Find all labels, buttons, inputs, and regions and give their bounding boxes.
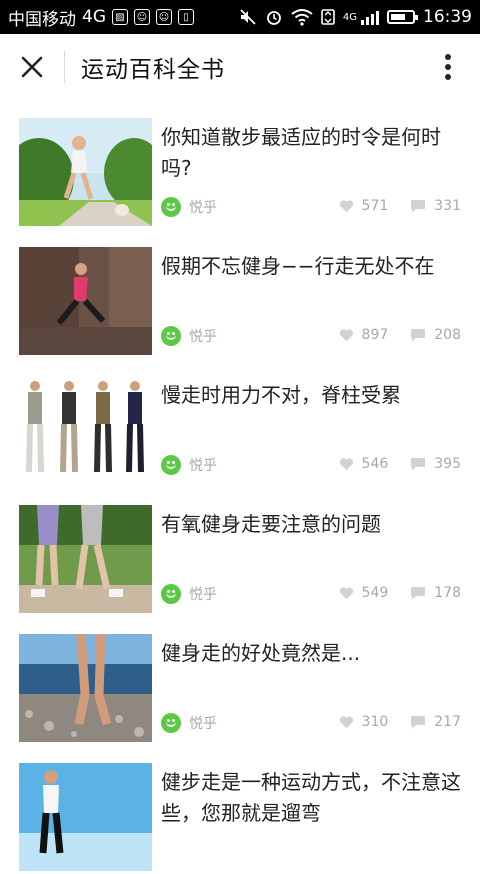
status-bar: 中国移动 4G ▨ ☺ ☺ ▯ 4G 16:39 [0, 0, 480, 34]
comment-count: 178 [410, 585, 461, 601]
more-vertical-icon [445, 54, 451, 80]
article-title: 健身走的好处竟然是... [161, 641, 361, 665]
article-item[interactable]: 你知道散步最适应的时令是何时吗? 悦乎 571 331 [0, 100, 480, 229]
heart-icon [339, 329, 353, 342]
signal-icon [361, 9, 379, 25]
article-item[interactable]: 健步走是一种运动方式，不注意这些，您那就是遛弯 [0, 745, 480, 874]
smiley-icon [161, 455, 181, 475]
comment-count: 217 [410, 714, 461, 730]
comment-icon [411, 329, 426, 342]
article-item[interactable]: 假期不忘健身−−行走无处不在 悦乎 897 208 [0, 229, 480, 358]
notification-icon: ☺ [134, 9, 150, 25]
article-stats: 571 331 [339, 198, 461, 214]
more-options-button[interactable] [416, 34, 480, 100]
article-thumbnail [19, 376, 152, 484]
article-title: 假期不忘健身−−行走无处不在 [161, 254, 435, 278]
app-header: 运动百科全书 [0, 34, 480, 100]
article-thumbnail [19, 505, 152, 613]
article-title: 慢走时用力不对，脊柱受累 [161, 383, 401, 407]
article-item[interactable]: 健身走的好处竟然是... 悦乎 310 217 [0, 616, 480, 745]
source-label: 悦乎 [189, 458, 217, 474]
wifi-icon [291, 9, 313, 26]
smiley-icon [161, 197, 181, 217]
comment-icon [411, 458, 426, 471]
smiley-icon [161, 584, 181, 604]
source-label: 悦乎 [189, 329, 217, 345]
sim-icon: ▯ [178, 9, 194, 25]
alarm-icon [266, 11, 281, 25]
article-source: 悦乎 [161, 584, 217, 604]
smiley-icon [161, 713, 181, 733]
article-stats: 310 217 [339, 714, 461, 730]
like-count: 546 [339, 456, 388, 472]
image-icon: ▨ [112, 9, 128, 25]
close-button[interactable] [0, 34, 64, 100]
like-count: 310 [339, 714, 388, 730]
article-item[interactable]: 慢走时用力不对，脊柱受累 悦乎 546 395 [0, 358, 480, 487]
comment-count: 395 [410, 456, 461, 472]
source-label: 悦乎 [189, 716, 217, 732]
carrier-label: 中国移动 [8, 9, 76, 30]
notification-icon: ☺ [156, 9, 172, 25]
article-thumbnail [19, 634, 152, 742]
comment-icon [411, 587, 426, 600]
article-stats: 549 178 [339, 585, 461, 601]
smiley-icon [161, 326, 181, 346]
heart-icon [339, 200, 353, 213]
article-thumbnail [19, 118, 152, 226]
comment-icon [411, 200, 426, 213]
article-stats: 546 395 [339, 456, 461, 472]
article-source: 悦乎 [161, 455, 217, 475]
article-source: 悦乎 [161, 326, 217, 346]
mute-icon [240, 9, 256, 25]
article-source: 悦乎 [161, 197, 217, 217]
heart-icon [339, 458, 353, 471]
source-label: 悦乎 [189, 200, 217, 216]
article-thumbnail [19, 763, 152, 871]
data-icon [321, 9, 335, 25]
signal-network-label: 4G [342, 12, 357, 23]
article-title: 有氧健身走要注意的问题 [161, 512, 381, 536]
comment-count: 331 [410, 198, 461, 214]
article-stats: 897 208 [339, 327, 461, 343]
article-item[interactable]: 有氧健身走要注意的问题 悦乎 549 178 [0, 487, 480, 616]
article-title: 你知道散步最适应的时令是何时吗? [161, 125, 441, 180]
heart-icon [339, 587, 353, 600]
article-title: 健步走是一种运动方式，不注意这些，您那就是遛弯 [161, 770, 461, 825]
close-icon [21, 56, 43, 78]
network-type: 4G [82, 7, 106, 27]
comment-icon [411, 716, 426, 729]
like-count: 571 [339, 198, 388, 214]
page-title: 运动百科全书 [81, 57, 225, 83]
clock: 16:39 [423, 7, 472, 27]
like-count: 549 [339, 585, 388, 601]
source-label: 悦乎 [189, 587, 217, 603]
battery-icon [387, 10, 418, 24]
article-thumbnail [19, 247, 152, 355]
like-count: 897 [339, 327, 388, 343]
article-source: 悦乎 [161, 713, 217, 733]
heart-icon [339, 716, 353, 729]
comment-count: 208 [410, 327, 461, 343]
header-divider [64, 51, 65, 83]
